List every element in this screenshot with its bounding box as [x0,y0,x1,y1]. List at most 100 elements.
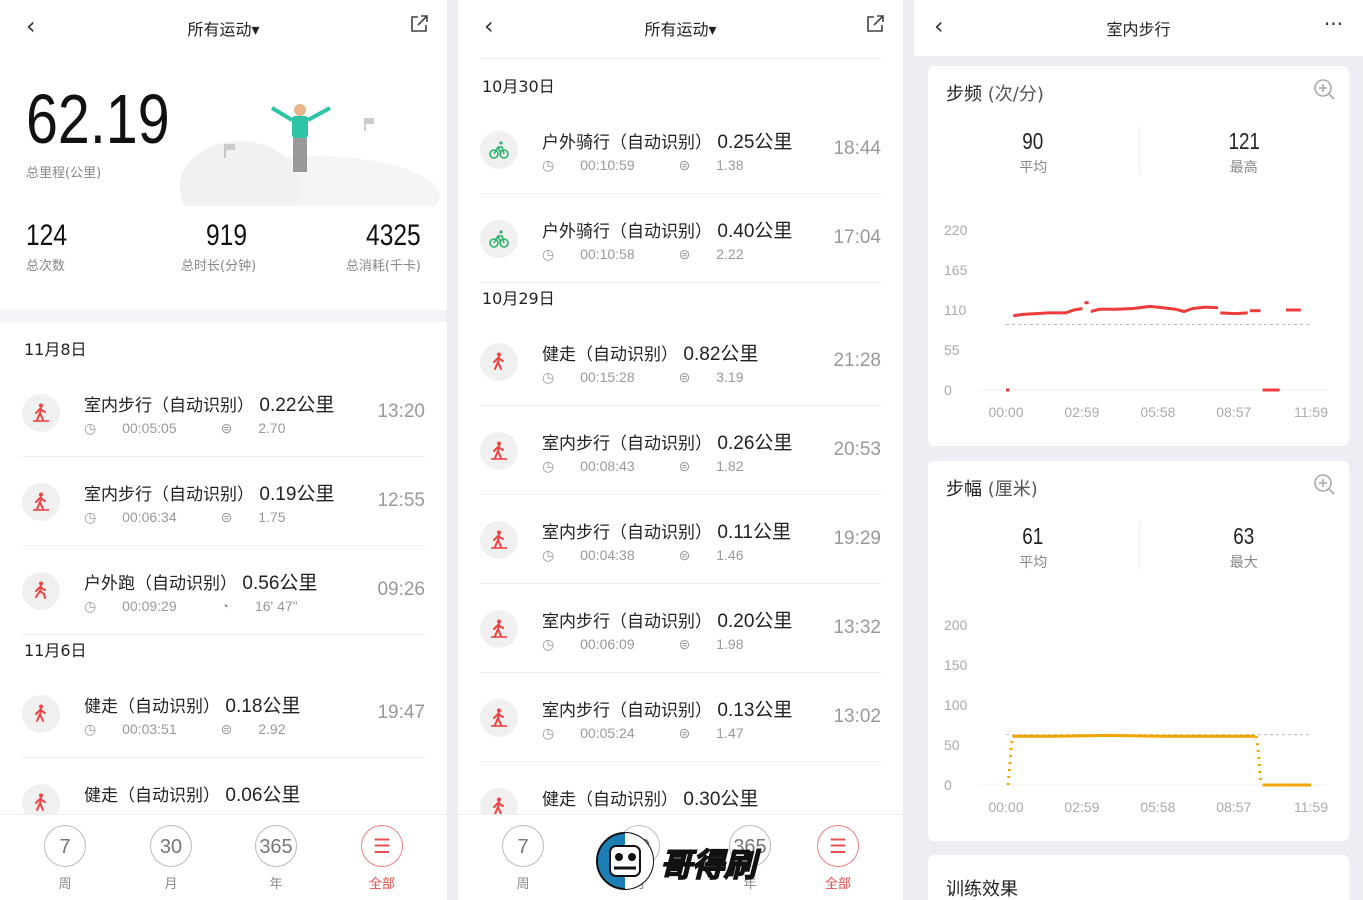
speed-icon: ⊜ [678,246,691,262]
indoor-walk-icon [480,699,518,737]
activity-list-item[interactable]: 户外跑（自动识别） 0.56公里 ◷ 00:09:29 ◔ 16' 47" 09:… [22,546,425,635]
activity-list-item[interactable]: 户外骑行（自动识别） 0.25公里 ◷ 00:10:59 ⊜ 1.38 18:44 [480,105,881,194]
period-number: 30 [150,825,192,867]
sport-filter-dropdown[interactable]: 所有运动▾ [458,16,903,40]
activity-time: 12:55 [377,490,425,511]
stride-chart: 0 50 100 150 200 00:00 02:59 05:58 08:57 11:59 [944,617,1328,815]
date-header: 11月6日 [24,641,87,660]
activity-list-panel: ‹ 所有运动▾ 62.19 总里程(公里) 124 总次数 919 总时长(分钟) … [0,0,447,900]
activity-time: 18:44 [833,138,881,159]
cadence-card: 步频 (次/分) 90 平均 121 最高 0 55 110 165 220 00:00 02:… [928,66,1349,446]
divider [0,310,447,322]
activity-list-item[interactable]: 室内步行（自动识别） 0.26公里 ◷ 00:08:43 ⊜ 1.82 20:53 [480,406,881,495]
y-tick-label: 165 [944,262,968,278]
x-tick-label: 02:59 [1064,799,1099,815]
activity-title: 户外跑（自动识别） 0.56公里 [84,573,318,594]
x-tick-label: 08:57 [1216,404,1251,420]
bike-icon [480,220,518,258]
hero-illustration [180,104,440,206]
speed-icon: ⊜ [678,458,691,474]
nav-week-button[interactable]: 7周 [493,825,553,892]
activity-meta: ◷ 00:05:05 ⊜ 2.70 [84,420,286,436]
period-label: 全部 [368,877,395,892]
clock-icon: ◷ [542,458,555,474]
x-tick-label: 00:00 [988,799,1023,815]
data-segment [1006,736,1014,786]
nav-month-button[interactable]: 30 月 [141,825,201,892]
x-tick-label: 11:59 [1294,799,1328,815]
activity-title: 室内步行（自动识别） 0.20公里 [542,611,793,632]
page-title: 室内步行 [1106,20,1171,39]
nav-year-button[interactable]: 365 年 [246,825,306,892]
y-tick-label: 0 [944,777,952,793]
speed-icon: ⊜ [220,721,233,737]
training-effect-card[interactable]: 训练效果 [928,855,1349,900]
period-label: 月 [164,877,178,892]
activity-meta: ◷ 00:10:59 ⊜ 1.38 [542,157,744,173]
speed-icon: ⊜ [678,547,691,563]
nav-all-button[interactable]: ☰ 全部 [808,825,868,892]
y-tick-label: 100 [944,697,968,713]
activity-meta: ◷ 00:10:58 ⊜ 2.22 [542,246,744,262]
speed-icon: ⊜ [220,420,233,436]
stat-count: 124 总次数 [26,219,68,274]
activity-list-item[interactable]: 室内步行（自动识别） 0.20公里 ◷ 00:06:09 ⊜ 1.98 13:32 [480,584,881,673]
walk-icon [22,695,60,733]
bottom-period-nav: 7周 30 月 365年 ☰全部 [0,814,447,900]
nav-all-button[interactable]: ☰ 全部 [352,825,412,892]
activity-meta: ◷ 00:15:28 ⊜ 3.19 [542,369,744,385]
indoor-walk-icon [480,610,518,648]
clock-icon: ◷ [542,547,555,563]
activity-list-item[interactable]: 室内步行（自动识别） 0.11公里 ◷ 00:04:38 ⊜ 1.46 19:29 [480,495,881,584]
activity-time: 20:53 [833,439,881,460]
activity-time: 13:32 [833,617,881,638]
activity-time: 21:28 [833,350,881,371]
total-distance-label: 总里程(公里) [26,166,102,181]
clock-icon: ◷ [84,598,97,614]
x-tick-label: 08:57 [1216,799,1251,815]
activity-list-item[interactable]: 健走（自动识别） 0.18公里 ◷ 00:03:51 ⊜ 2.92 19:47 [22,669,425,758]
activity-title: 健走（自动识别） 0.18公里 [84,696,301,717]
share-icon[interactable] [865,14,885,34]
activity-meta: ◷ 00:08:43 ⊜ 1.82 [542,458,744,474]
x-tick-label: 11:59 [1294,404,1328,420]
period-label: 全部 [824,877,851,892]
activity-title: 室内步行（自动识别） 0.26公里 [542,433,793,454]
activity-title: 室内步行（自动识别） 0.11公里 [542,522,791,543]
card-title: 训练效果 [946,879,1018,900]
y-tick-label: 200 [944,617,968,633]
activity-list-item[interactable]: 室内步行（自动识别） 0.19公里 ◷ 00:06:34 ⊜ 1.75 12:55 [22,457,425,546]
activity-list-item[interactable]: 户外骑行（自动识别） 0.40公里 ◷ 00:10:58 ⊜ 2.22 17:04 [480,194,881,283]
nav-week-button[interactable]: 7周 [35,825,95,892]
clock-icon: ◷ [542,246,555,262]
workout-detail-panel: ‹ 室内步行 ··· 步频 (次/分) 90 平均 121 最高 0 55 110 165… [914,0,1363,900]
activity-time: 13:20 [377,401,425,422]
period-label: 周 [58,877,72,892]
share-icon[interactable] [409,14,429,34]
more-icon[interactable]: ··· [1324,12,1343,36]
date-header: 11月8日 [24,340,87,359]
activity-list-panel-2: ‹ 所有运动▾ 10月30日 户外骑行（自动识别） 0.25公里 ◷ 00:10… [458,0,903,900]
stat-calories: 4325 总消耗(千卡) [345,219,421,274]
indoor-walk-icon [22,483,60,521]
sport-filter-dropdown[interactable]: 所有运动▾ [0,16,447,40]
activity-meta: ◷ 00:06:09 ⊜ 1.98 [542,636,744,652]
activity-title: 户外骑行（自动识别） 0.40公里 [542,221,793,242]
y-tick-label: 0 [944,382,952,398]
pace-icon: ◔ [220,598,230,614]
date-header: 10月30日 [482,77,555,96]
activity-title: 户外骑行（自动识别） 0.25公里 [542,132,793,153]
y-tick-label: 150 [944,657,968,673]
data-segment [1012,733,1256,738]
top-bar: ‹ 室内步行 ··· [914,0,1363,56]
activity-title: 室内步行（自动识别） 0.13公里 [542,700,793,721]
activity-meta: ◷ 00:05:24 ⊜ 1.47 [542,725,744,741]
activity-list-item[interactable]: 室内步行（自动识别） 0.13公里 ◷ 00:05:24 ⊜ 1.47 13:02 [480,673,881,762]
clock-icon: ◷ [84,509,97,525]
speed-icon: ⊜ [220,509,233,525]
indoor-walk-icon [22,394,60,432]
activity-list-item[interactable]: 室内步行（自动识别） 0.22公里 ◷ 00:05:05 ⊜ 2.70 13:20 [22,368,425,457]
speed-icon: ⊜ [678,369,691,385]
activity-list-item[interactable]: 健走（自动识别） 0.82公里 ◷ 00:15:28 ⊜ 3.19 21:28 [480,317,881,406]
y-tick-label: 50 [944,737,960,753]
